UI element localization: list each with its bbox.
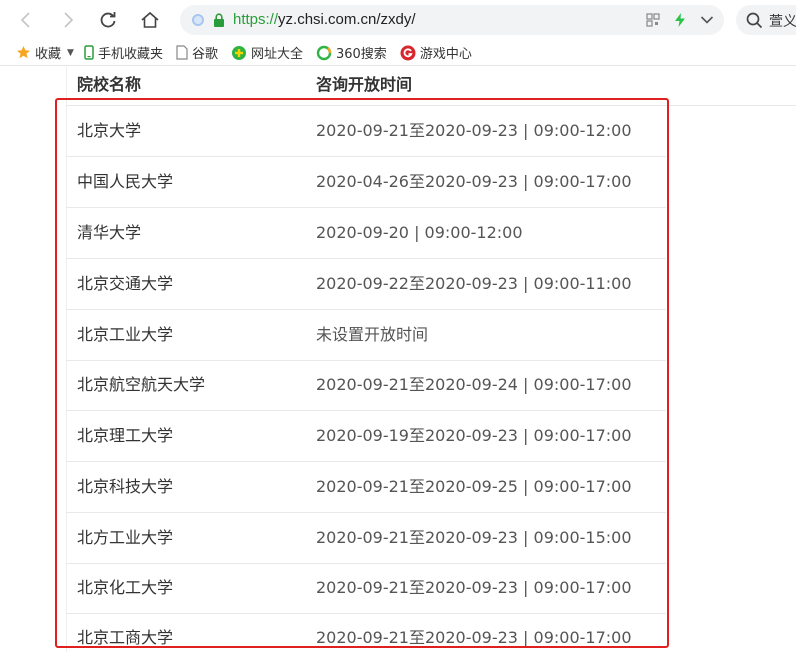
forward-button[interactable] xyxy=(56,8,80,32)
school-name: 清华大学 xyxy=(77,223,142,242)
search-360-icon xyxy=(316,45,332,61)
school-name: 北京工商大学 xyxy=(77,628,174,647)
open-time: 2020-09-21至2020-09-23 | 09:00-17:00 xyxy=(316,578,632,597)
game-icon xyxy=(400,45,416,61)
back-button[interactable] xyxy=(14,8,38,32)
open-time: 2020-09-22至2020-09-23 | 09:00-11:00 xyxy=(316,274,632,293)
table-row: 中国人民大学 2020-04-26至2020-09-23 | 09:00-17:… xyxy=(66,157,666,208)
column-header-open-time: 咨询开放时间 xyxy=(316,75,413,94)
search-box[interactable]: 萱义 xyxy=(736,5,796,35)
table-row: 北京工业大学 未设置开放时间 xyxy=(66,310,666,361)
bookmark-360-search[interactable]: 360搜索 xyxy=(316,43,387,62)
phone-icon xyxy=(84,45,94,60)
bookmark-google[interactable]: 谷歌 xyxy=(176,43,218,62)
bookmark-url-directory[interactable]: 网址大全 xyxy=(231,43,303,62)
table-row: 北京科技大学 2020-09-21至2020-09-25 | 09:00-17:… xyxy=(66,462,666,513)
school-name: 北京科技大学 xyxy=(77,477,174,496)
school-name: 北京化工大学 xyxy=(77,578,174,597)
url-text[interactable]: https://yz.chsi.com.cn/zxdy/ xyxy=(233,11,416,29)
reload-button[interactable] xyxy=(96,8,120,32)
page-content: 院校名称 咨询开放时间 北京大学 2020-09-21至2020-09-23 |… xyxy=(0,67,796,652)
open-time: 2020-09-19至2020-09-23 | 09:00-17:00 xyxy=(316,426,632,445)
home-icon xyxy=(141,11,159,28)
qr-code-icon[interactable] xyxy=(646,13,660,27)
table-row: 北京航空航天大学 2020-09-21至2020-09-24 | 09:00-1… xyxy=(66,360,666,411)
open-time: 2020-09-21至2020-09-23 | 09:00-12:00 xyxy=(316,121,632,140)
forward-arrow-icon xyxy=(64,12,74,28)
school-name: 北京航空航天大学 xyxy=(77,375,206,394)
open-time: 2020-09-20 | 09:00-12:00 xyxy=(316,223,523,242)
reload-icon xyxy=(100,12,116,28)
address-bar-actions xyxy=(646,11,714,29)
open-time: 2020-09-21至2020-09-25 | 09:00-17:00 xyxy=(316,477,632,496)
star-icon xyxy=(16,45,31,60)
lock-icon xyxy=(214,13,224,27)
home-button[interactable] xyxy=(138,8,162,32)
page-icon xyxy=(176,45,188,60)
browser-toolbar: https://yz.chsi.com.cn/zxdy/ 萱义 xyxy=(0,0,796,40)
globe-plus-icon xyxy=(231,45,247,61)
open-time: 2020-09-21至2020-09-24 | 09:00-17:00 xyxy=(316,375,632,394)
chevron-down-icon[interactable] xyxy=(700,15,714,25)
school-name: 北京大学 xyxy=(77,121,142,140)
table-row: 北京大学 2020-09-21至2020-09-23 | 09:00-12:00 xyxy=(66,106,666,157)
school-name: 北京交通大学 xyxy=(77,274,174,293)
search-text: 萱义 xyxy=(769,14,796,30)
open-time: 2020-04-26至2020-09-23 | 09:00-17:00 xyxy=(316,172,632,191)
school-name: 北方工业大学 xyxy=(77,528,174,547)
bookmarks-bar: 收藏 ▼ 手机收藏夹 谷歌 网址大全 360搜索 游戏中心 xyxy=(0,40,796,66)
school-name: 中国人民大学 xyxy=(77,172,174,191)
open-time: 2020-09-21至2020-09-23 | 09:00-17:00 xyxy=(316,628,632,647)
table-row: 北京交通大学 2020-09-22至2020-09-23 | 09:00-11:… xyxy=(66,259,666,310)
bookmark-label: 手机收藏夹 xyxy=(97,47,163,62)
bookmark-label: 游戏中心 xyxy=(419,47,472,62)
table-row: 北京理工大学 2020-09-19至2020-09-23 | 09:00-17:… xyxy=(66,411,666,462)
bookmark-game-center[interactable]: 游戏中心 xyxy=(400,43,472,62)
favorites-dropdown-icon[interactable]: ▼ xyxy=(67,48,74,58)
bookmark-mobile-favorites[interactable]: 手机收藏夹 xyxy=(84,43,163,62)
column-header-school-name: 院校名称 xyxy=(77,75,142,94)
open-time: 2020-09-21至2020-09-23 | 09:00-15:00 xyxy=(316,528,632,547)
bookmark-label: 谷歌 xyxy=(191,47,218,62)
bookmark-label: 收藏 xyxy=(35,47,62,62)
bookmark-favorites[interactable]: 收藏 xyxy=(16,43,61,62)
address-bar[interactable]: https://yz.chsi.com.cn/zxdy/ xyxy=(180,5,724,35)
school-name: 北京理工大学 xyxy=(77,426,174,445)
open-time: 未设置开放时间 xyxy=(316,325,429,344)
bookmark-label: 网址大全 xyxy=(250,47,303,62)
back-arrow-icon xyxy=(20,12,30,28)
table-header: 院校名称 咨询开放时间 xyxy=(66,67,796,106)
table-row: 北京化工大学 2020-09-21至2020-09-23 | 09:00-17:… xyxy=(66,563,666,614)
table-row: 北方工业大学 2020-09-21至2020-09-23 | 09:00-15:… xyxy=(66,513,666,564)
bookmark-label: 360搜索 xyxy=(335,47,387,62)
lightning-icon[interactable] xyxy=(674,12,686,28)
search-icon xyxy=(746,12,763,29)
url-scheme: https:// xyxy=(233,11,279,28)
table-row: 清华大学 2020-09-20 | 09:00-12:00 xyxy=(66,208,666,259)
school-name: 北京工业大学 xyxy=(77,325,174,344)
url-host-path: yz.chsi.com.cn/zxdy/ xyxy=(278,11,416,28)
site-info-icon[interactable] xyxy=(192,14,204,26)
table-row: 北京工商大学 2020-09-21至2020-09-23 | 09:00-17:… xyxy=(66,613,666,652)
